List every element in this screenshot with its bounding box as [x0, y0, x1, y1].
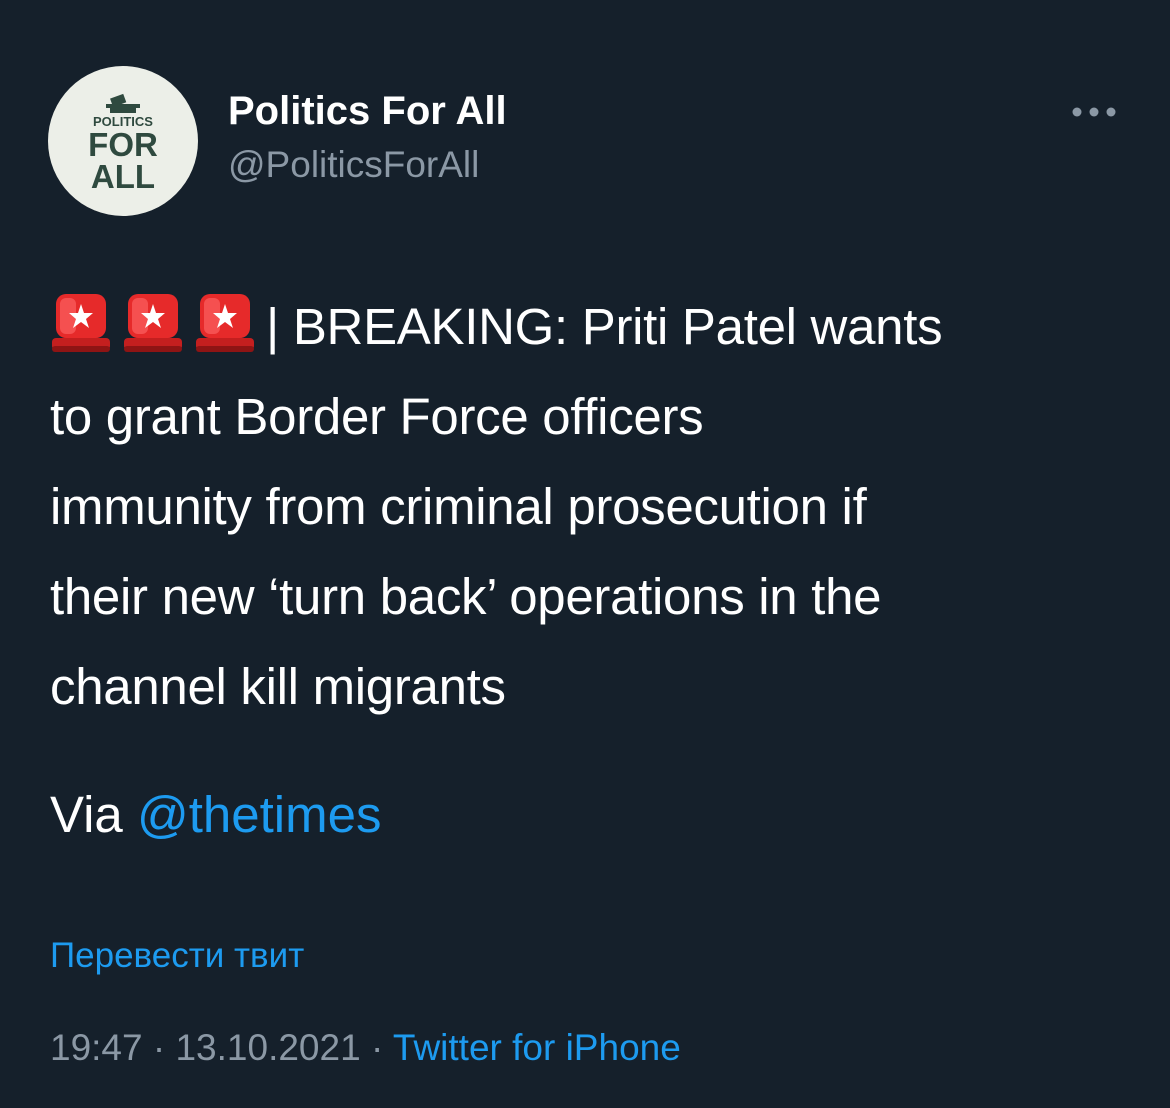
tweet-text: | BREAKING: Priti Patel wants to grant B…	[50, 282, 1130, 732]
meta-separator: ·	[142, 1027, 176, 1068]
tweet-line-1-text: | BREAKING: Priti Patel wants	[266, 298, 943, 355]
ballot-box-icon	[106, 93, 140, 113]
siren-emoji-icon	[122, 290, 184, 354]
tweet-line-4: their new ‘turn back’ operations in the	[50, 568, 882, 625]
tweet-line-5: channel kill migrants	[50, 658, 506, 715]
tweet-line-1: | BREAKING: Priti Patel wants	[50, 282, 1130, 372]
avatar-line-3: ALL	[91, 158, 155, 195]
mention-link[interactable]: @thetimes	[137, 786, 382, 843]
user-handle[interactable]: @PoliticsForAll	[228, 142, 479, 188]
avatar[interactable]: POLITICS FOR ALL	[48, 66, 198, 216]
siren-emoji-icon	[50, 290, 112, 354]
tweet-date: 13.10.2021	[175, 1027, 361, 1068]
tweet-line-2: to grant Border Force officers	[50, 388, 704, 445]
more-horizontal-icon	[1072, 107, 1116, 117]
display-name[interactable]: Politics For All	[228, 88, 507, 134]
siren-emoji-icon	[194, 290, 256, 354]
via-label: Via	[50, 786, 123, 843]
tweet-line-3: immunity from criminal prosecution if	[50, 478, 867, 535]
translate-tweet-link[interactable]: Перевести твит	[50, 933, 304, 979]
tweet-source-link[interactable]: Twitter for iPhone	[393, 1027, 681, 1068]
meta-separator: ·	[360, 1027, 393, 1068]
via-line: Via @thetimes	[50, 770, 382, 860]
tweet-meta: 19:47 · 13.10.2021 · Twitter for iPhone	[50, 1023, 681, 1073]
politics-for-all-logo: POLITICS FOR ALL	[88, 93, 158, 195]
tweet-time: 19:47	[50, 1027, 143, 1068]
more-options-button[interactable]	[1068, 98, 1120, 126]
